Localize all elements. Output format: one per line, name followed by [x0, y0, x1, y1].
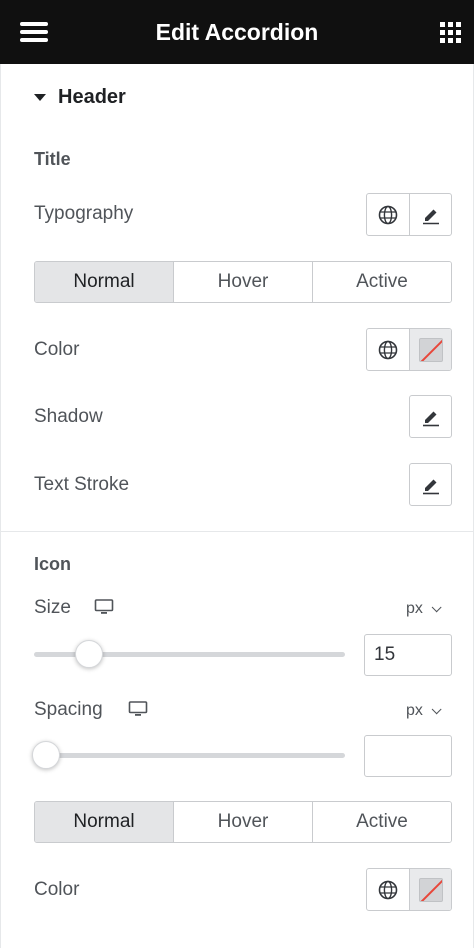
spacing-slider-track[interactable]: [34, 753, 345, 758]
size-unit-label: px: [406, 600, 423, 617]
tab-active[interactable]: Active: [312, 802, 451, 842]
tab-normal[interactable]: Normal: [35, 262, 173, 302]
caret-down-icon: [34, 93, 46, 101]
text-stroke-label: Text Stroke: [34, 474, 130, 495]
spacing-unit-label: px: [406, 702, 423, 719]
panel-title: Edit Accordion: [155, 19, 319, 45]
title-state-tabs: Normal Hover Active: [34, 261, 452, 303]
tab-normal[interactable]: Normal: [35, 802, 173, 842]
section-divider: [0, 531, 474, 532]
desktop-icon[interactable]: [94, 599, 114, 615]
global-color-button[interactable]: [367, 869, 409, 910]
edit-shadow-button[interactable]: [409, 395, 452, 438]
size-input[interactable]: 15: [364, 634, 452, 676]
size-slider-handle[interactable]: [75, 640, 104, 668]
icon-color-controls: [366, 868, 452, 911]
shadow-label: Shadow: [34, 406, 103, 427]
spacing-input[interactable]: [364, 735, 452, 777]
global-typography-button[interactable]: [367, 194, 409, 235]
edit-typography-button[interactable]: [409, 194, 451, 235]
section-header-label: Header: [58, 85, 126, 108]
typography-label: Typography: [34, 203, 134, 224]
edit-text-stroke-button[interactable]: [409, 463, 452, 506]
spacing-unit-select[interactable]: px: [406, 702, 442, 720]
pencil-icon: [422, 411, 439, 426]
title-color-label: Color: [34, 339, 80, 360]
title-color-controls: [366, 328, 452, 371]
top-bar: Edit Accordion: [0, 0, 474, 64]
typography-controls: [366, 193, 452, 236]
title-heading: Title: [34, 149, 71, 169]
icon-color-label: Color: [34, 879, 80, 900]
tab-hover[interactable]: Hover: [173, 262, 312, 302]
desktop-icon[interactable]: [128, 701, 148, 717]
globe-icon: [378, 205, 398, 224]
size-unit-select[interactable]: px: [406, 600, 442, 618]
icon-color-picker[interactable]: [409, 869, 451, 910]
grid-apps-icon[interactable]: [440, 22, 462, 44]
empty-color-swatch-icon: [418, 337, 443, 362]
spacing-label: Spacing: [34, 699, 103, 720]
globe-icon: [378, 340, 398, 359]
spacing-slider-handle[interactable]: [32, 741, 60, 769]
tab-hover[interactable]: Hover: [173, 802, 312, 842]
section-header-toggle[interactable]: Header: [34, 84, 126, 110]
size-label: Size: [34, 597, 71, 618]
globe-icon: [378, 880, 398, 899]
pencil-icon: [422, 209, 439, 224]
title-color-picker[interactable]: [409, 329, 451, 370]
pencil-icon: [422, 479, 439, 494]
icon-state-tabs: Normal Hover Active: [34, 801, 452, 843]
icon-heading: Icon: [34, 554, 72, 574]
tab-active[interactable]: Active: [312, 262, 451, 302]
empty-color-swatch-icon: [418, 877, 443, 902]
global-color-button[interactable]: [367, 329, 409, 370]
